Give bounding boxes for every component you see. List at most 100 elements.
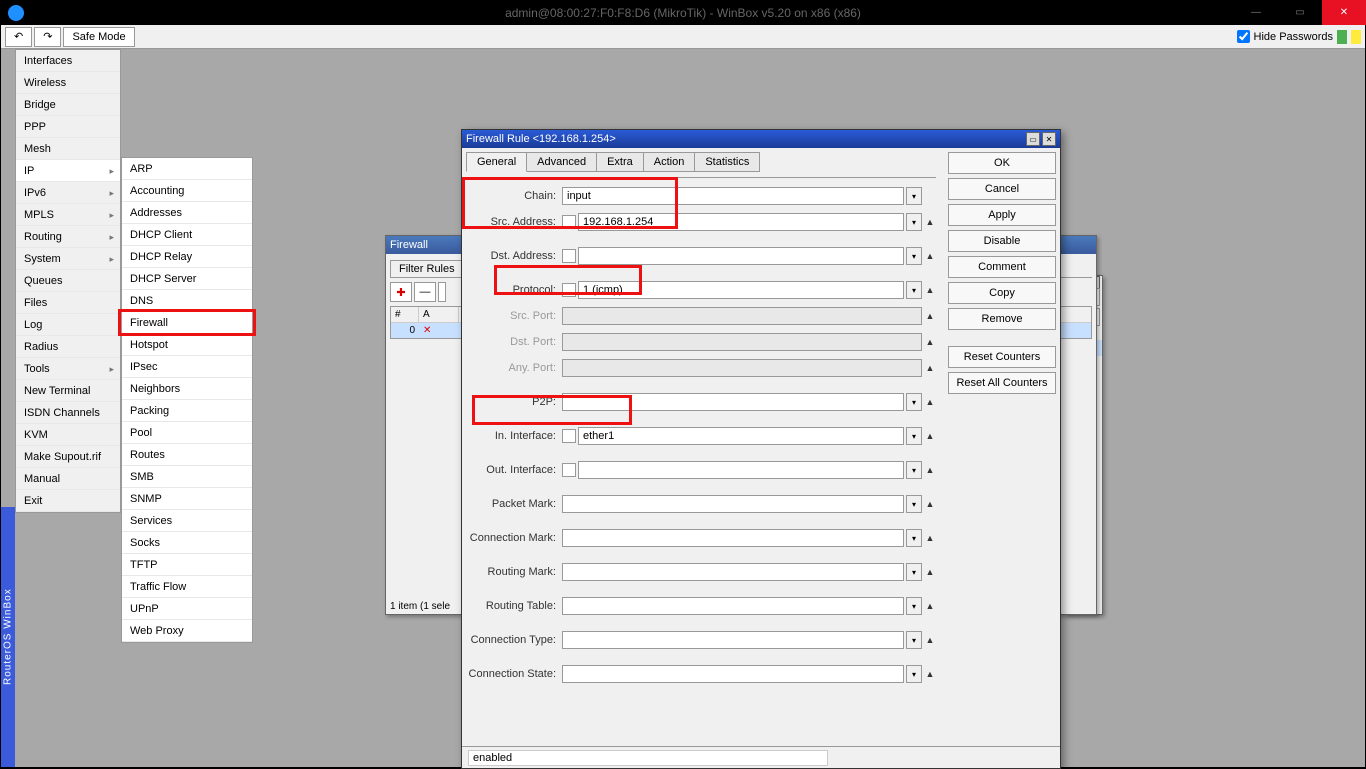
enable-button[interactable] — [438, 282, 446, 302]
dst_port-toggle[interactable]: ▲ — [924, 337, 936, 347]
menu-item-interfaces[interactable]: Interfaces — [16, 50, 120, 72]
disable-button[interactable]: Disable — [948, 230, 1056, 252]
out_iface-invert-checkbox[interactable] — [562, 463, 576, 477]
submenu-item-dhcp-relay[interactable]: DHCP Relay — [122, 246, 252, 268]
remove-button[interactable]: Remove — [948, 308, 1056, 330]
src_addr-input[interactable] — [578, 213, 904, 231]
dst_addr-invert-checkbox[interactable] — [562, 249, 576, 263]
tab-general[interactable]: General — [466, 152, 527, 172]
dialog-titlebar[interactable]: Firewall Rule <192.168.1.254> ▭ ✕ — [462, 130, 1060, 148]
menu-item-exit[interactable]: Exit — [16, 490, 120, 512]
chain-dropdown[interactable]: ▾ — [906, 187, 922, 205]
routing_table-dropdown[interactable]: ▾ — [906, 597, 922, 615]
hide-passwords-checkbox[interactable] — [1237, 30, 1250, 43]
reset-all-counters-button[interactable]: Reset All Counters — [948, 372, 1056, 394]
conn_state-toggle[interactable]: ▲ — [924, 669, 936, 679]
menu-item-isdn-channels[interactable]: ISDN Channels — [16, 402, 120, 424]
submenu-item-dhcp-client[interactable]: DHCP Client — [122, 224, 252, 246]
conn_type-toggle[interactable]: ▲ — [924, 635, 936, 645]
src_addr-dropdown[interactable]: ▾ — [906, 213, 922, 231]
protocol-toggle[interactable]: ▲ — [924, 285, 936, 295]
in_iface-input[interactable] — [578, 427, 904, 445]
col-action[interactable]: A — [419, 307, 459, 322]
tab-advanced[interactable]: Advanced — [526, 152, 597, 172]
menu-item-mesh[interactable]: Mesh — [16, 138, 120, 160]
conn_type-input[interactable] — [562, 631, 904, 649]
submenu-item-ipsec[interactable]: IPsec — [122, 356, 252, 378]
menu-item-queues[interactable]: Queues — [16, 270, 120, 292]
dst_addr-toggle[interactable]: ▲ — [924, 251, 936, 261]
col-index[interactable]: # — [391, 307, 419, 322]
tab-action[interactable]: Action — [643, 152, 696, 172]
menu-item-log[interactable]: Log — [16, 314, 120, 336]
protocol-dropdown[interactable]: ▾ — [906, 281, 922, 299]
out_iface-input[interactable] — [578, 461, 904, 479]
add-button[interactable]: ✚ — [390, 282, 412, 302]
dialog-close-button[interactable]: ✕ — [1042, 132, 1056, 146]
menu-item-wireless[interactable]: Wireless — [16, 72, 120, 94]
submenu-item-neighbors[interactable]: Neighbors — [122, 378, 252, 400]
in_iface-toggle[interactable]: ▲ — [924, 431, 936, 441]
menu-item-new-terminal[interactable]: New Terminal — [16, 380, 120, 402]
chain-input[interactable] — [562, 187, 904, 205]
minimize-button[interactable]: — — [1234, 0, 1278, 25]
submenu-item-dns[interactable]: DNS — [122, 290, 252, 312]
submenu-item-hotspot[interactable]: Hotspot — [122, 334, 252, 356]
dst_addr-input[interactable] — [578, 247, 904, 265]
remove-button[interactable]: — — [414, 282, 436, 302]
menu-item-files[interactable]: Files — [16, 292, 120, 314]
submenu-item-web-proxy[interactable]: Web Proxy — [122, 620, 252, 642]
submenu-item-routes[interactable]: Routes — [122, 444, 252, 466]
packet_mark-dropdown[interactable]: ▾ — [906, 495, 922, 513]
submenu-item-upnp[interactable]: UPnP — [122, 598, 252, 620]
menu-item-system[interactable]: System — [16, 248, 120, 270]
src_port-toggle[interactable]: ▲ — [924, 311, 936, 321]
submenu-item-accounting[interactable]: Accounting — [122, 180, 252, 202]
any_port-toggle[interactable]: ▲ — [924, 363, 936, 373]
menu-item-ip[interactable]: IP — [16, 160, 120, 182]
ok-button[interactable]: OK — [948, 152, 1056, 174]
out_iface-toggle[interactable]: ▲ — [924, 465, 936, 475]
menu-item-ipv6[interactable]: IPv6 — [16, 182, 120, 204]
filter-rules-tab[interactable]: Filter Rules — [390, 260, 464, 277]
menu-item-kvm[interactable]: KVM — [16, 424, 120, 446]
menu-item-make-supout-rif[interactable]: Make Supout.rif — [16, 446, 120, 468]
conn_type-dropdown[interactable]: ▾ — [906, 631, 922, 649]
submenu-item-snmp[interactable]: SNMP — [122, 488, 252, 510]
reset-counters-button[interactable]: Reset Counters — [948, 346, 1056, 368]
packet_mark-input[interactable] — [562, 495, 904, 513]
menu-item-mpls[interactable]: MPLS — [16, 204, 120, 226]
dialog-restore-button[interactable]: ▭ — [1026, 132, 1040, 146]
menu-item-bridge[interactable]: Bridge — [16, 94, 120, 116]
safemode-button[interactable]: Safe Mode — [63, 27, 134, 47]
conn_mark-dropdown[interactable]: ▾ — [906, 529, 922, 547]
tab-extra[interactable]: Extra — [596, 152, 644, 172]
tab-statistics[interactable]: Statistics — [694, 152, 760, 172]
conn_mark-input[interactable] — [562, 529, 904, 547]
routing_table-toggle[interactable]: ▲ — [924, 601, 936, 611]
undo-button[interactable]: ↶ — [5, 27, 32, 47]
conn_mark-toggle[interactable]: ▲ — [924, 533, 936, 543]
routing_mark-toggle[interactable]: ▲ — [924, 567, 936, 577]
p2p-toggle[interactable]: ▲ — [924, 397, 936, 407]
submenu-item-firewall[interactable]: Firewall — [122, 312, 252, 334]
conn_state-dropdown[interactable]: ▾ — [906, 665, 922, 683]
submenu-item-pool[interactable]: Pool — [122, 422, 252, 444]
protocol-invert-checkbox[interactable] — [562, 283, 576, 297]
cancel-button[interactable]: Cancel — [948, 178, 1056, 200]
menu-item-manual[interactable]: Manual — [16, 468, 120, 490]
copy-button[interactable]: Copy — [948, 282, 1056, 304]
submenu-item-services[interactable]: Services — [122, 510, 252, 532]
src_addr-invert-checkbox[interactable] — [562, 215, 576, 229]
packet_mark-toggle[interactable]: ▲ — [924, 499, 936, 509]
p2p-input[interactable] — [562, 393, 904, 411]
submenu-item-dhcp-server[interactable]: DHCP Server — [122, 268, 252, 290]
p2p-dropdown[interactable]: ▾ — [906, 393, 922, 411]
protocol-input[interactable] — [578, 281, 904, 299]
dst_addr-dropdown[interactable]: ▾ — [906, 247, 922, 265]
submenu-item-smb[interactable]: SMB — [122, 466, 252, 488]
routing_table-input[interactable] — [562, 597, 904, 615]
submenu-item-addresses[interactable]: Addresses — [122, 202, 252, 224]
routing_mark-dropdown[interactable]: ▾ — [906, 563, 922, 581]
menu-item-ppp[interactable]: PPP — [16, 116, 120, 138]
